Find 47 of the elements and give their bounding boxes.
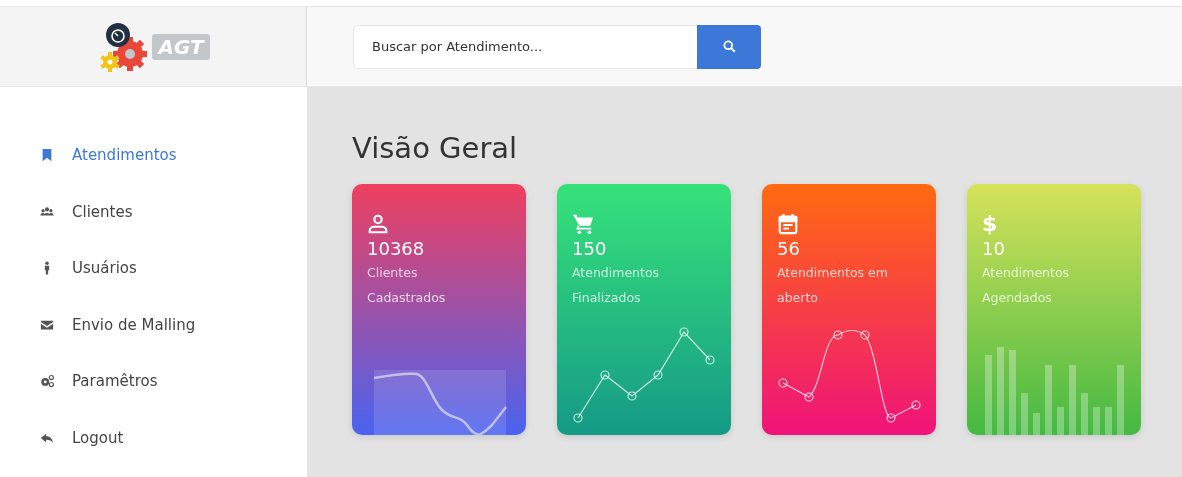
data-point [778, 378, 788, 388]
chart-bar [1117, 364, 1124, 435]
sidebar-item[interactable]: Clientes [40, 183, 133, 240]
stat-label: Atendimentos [982, 263, 1070, 282]
chart-bar [1105, 406, 1112, 435]
stat-label: aberto [777, 288, 818, 307]
stat-label: Cadastrados [367, 288, 446, 307]
data-point [911, 400, 921, 410]
stat-label: Clientes [367, 263, 418, 282]
stat-value: 150 [572, 237, 607, 260]
stat-label: Agendados [982, 288, 1052, 307]
gears-icon [40, 374, 54, 389]
search-icon [722, 40, 736, 53]
data-point [886, 413, 896, 423]
logo-text: AGT [152, 33, 210, 60]
data-point [679, 327, 689, 337]
dollar-sign: $ [982, 211, 998, 236]
sidebar-item[interactable]: Paramêtros [40, 353, 158, 410]
chart-bar [1069, 364, 1076, 435]
stat-value: 10 [982, 237, 1005, 260]
stat-label: Finalizados [572, 288, 641, 307]
chart-bar [1045, 364, 1052, 435]
sidebar-item[interactable]: Logout [40, 409, 124, 466]
data-point [653, 370, 663, 380]
chart-bar [1033, 412, 1040, 435]
chart-bar [1093, 406, 1100, 435]
sidebar-item[interactable]: Envio de Malling [40, 296, 196, 353]
data-point [600, 370, 610, 380]
stat-label: Atendimentos [572, 263, 660, 282]
data-point [627, 391, 637, 401]
chart-bar [1081, 392, 1088, 435]
stat-label: Atendimentos em [777, 263, 888, 282]
sidebar-item[interactable]: Usuários [40, 240, 137, 297]
bookmark-icon [40, 148, 54, 163]
calendar-icon [777, 211, 799, 236]
stat-value: 10368 [367, 237, 425, 260]
data-point [804, 392, 814, 402]
chart-bar [1057, 406, 1064, 435]
page-title: Visão Geral [352, 131, 519, 166]
search-button[interactable] [697, 24, 761, 69]
data-point [705, 355, 715, 365]
stat-value: 56 [777, 237, 800, 260]
sidebar-item[interactable]: Atendimentos [40, 127, 177, 184]
data-point [860, 330, 870, 340]
chart-bar [1021, 392, 1028, 435]
data-point [573, 413, 583, 423]
data-point [833, 330, 843, 340]
